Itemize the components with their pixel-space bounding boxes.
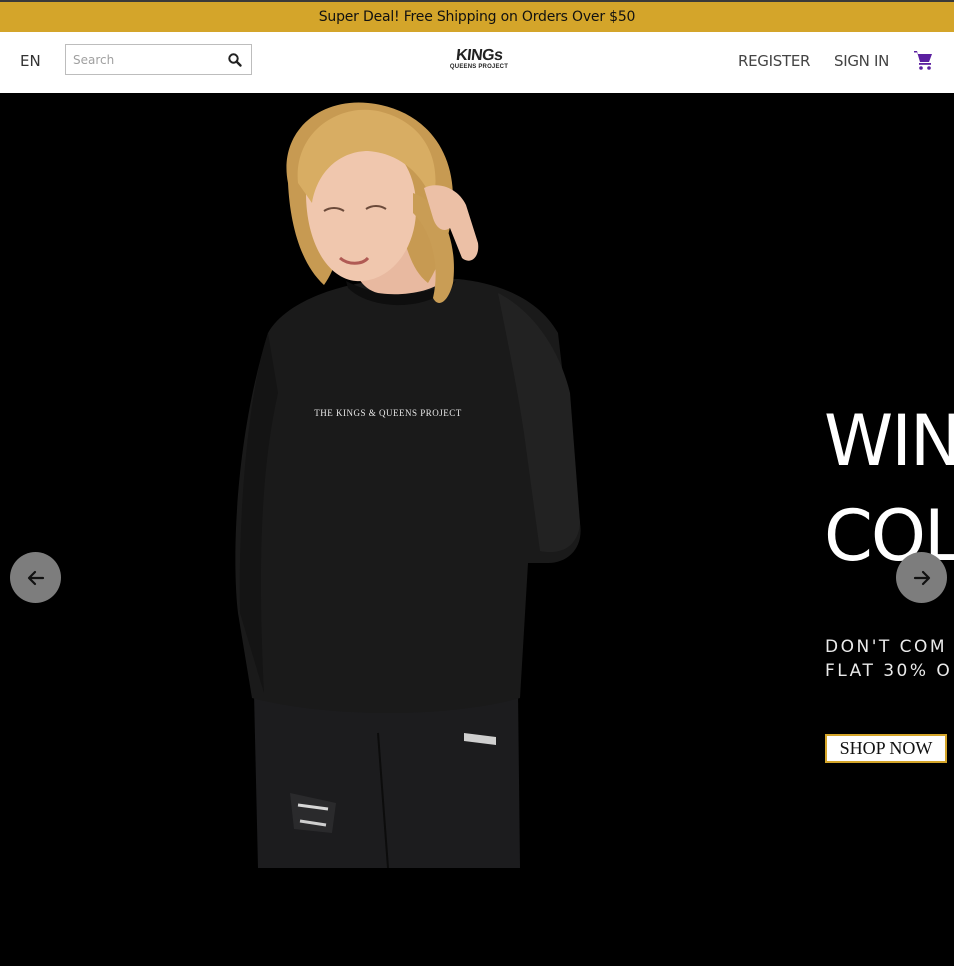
site-logo[interactable]: KINGs QUEENS PROJECT (444, 46, 514, 72)
announcement-bar: Super Deal! Free Shipping on Orders Over… (0, 2, 954, 32)
signin-link[interactable]: SIGN IN (834, 52, 889, 70)
hero-model-image: THE KINGS & QUEENS PROJECT (235, 102, 581, 868)
arrow-right-icon (913, 570, 930, 585)
language-selector[interactable]: EN (20, 52, 41, 70)
slider-next-button[interactable] (896, 552, 947, 603)
announcement-text: Super Deal! Free Shipping on Orders Over… (318, 9, 636, 25)
search-box (65, 44, 252, 75)
shop-now-button[interactable]: SHOP NOW (825, 734, 947, 763)
register-link[interactable]: REGISTER (738, 52, 810, 70)
hero-slider: THE KINGS & QUEENS PROJECT WIN COL DON'T… (0, 93, 954, 966)
logo-top-text: KINGs (454, 46, 504, 64)
hero-subtitle-line2: FLAT 30% O (825, 661, 953, 681)
search-input[interactable] (66, 45, 216, 74)
arrow-left-icon (27, 570, 44, 585)
search-icon[interactable] (227, 52, 243, 68)
hero-subtitle-line1: DON'T COM (825, 637, 948, 657)
cart-icon[interactable] (912, 48, 936, 72)
logo-bottom-text: QUEENS PROJECT (449, 63, 509, 70)
sweater-print-text: THE KINGS & QUEENS PROJECT (314, 408, 462, 418)
hero-title-line1: WIN (824, 400, 954, 482)
site-header: EN KINGs QUEENS PROJECT REGISTER SIGN IN (0, 32, 954, 93)
slider-prev-button[interactable] (10, 552, 61, 603)
